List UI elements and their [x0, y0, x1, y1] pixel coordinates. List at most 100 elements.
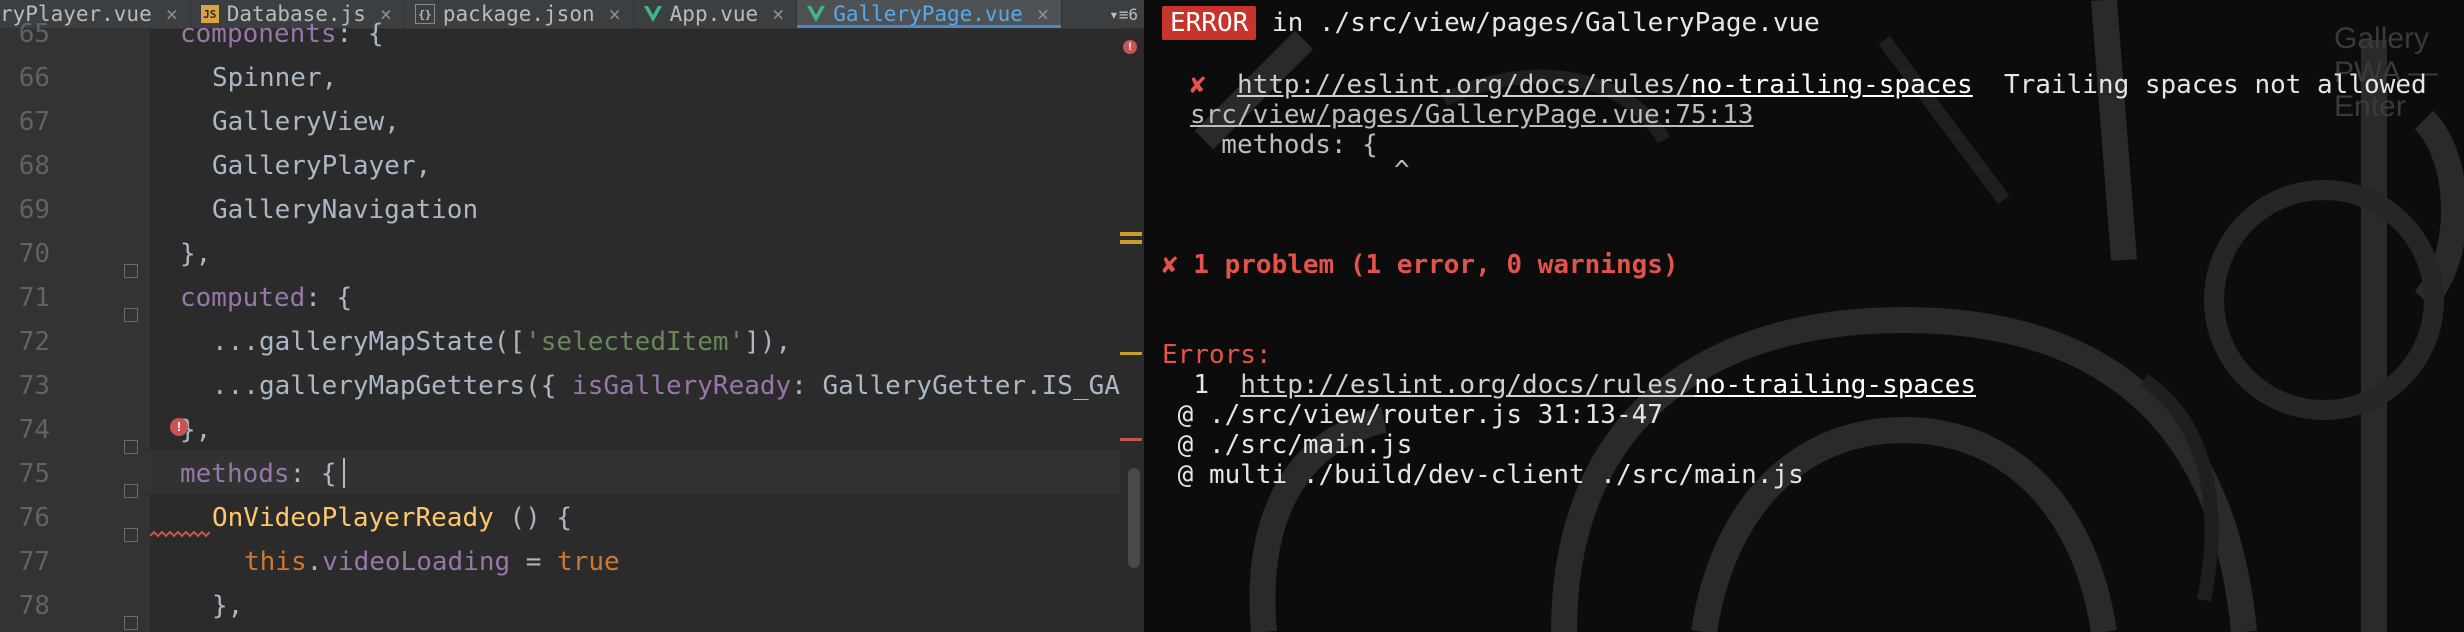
code-line-69[interactable]: GalleryNavigation: [212, 188, 478, 232]
trace-line: @ ./src/view/router.js 31:13-47: [1162, 400, 1663, 430]
line-number: 77: [18, 547, 50, 577]
code-token: galleryMapState: [258, 327, 494, 357]
code-token: GalleryNavigation: [212, 195, 479, 225]
line-number: 70: [18, 239, 50, 269]
line-number-gutter: 65 66 67 68 69 70 71 72 73 74 75 76 77 7…: [0, 19, 150, 632]
close-icon[interactable]: ×: [166, 2, 178, 26]
terminal-pane[interactable]: Gallery PWA — Enter ERROR in ./src/view/…: [1144, 0, 2464, 632]
code-token: components: [180, 19, 337, 49]
rule-link-base: http://eslint.org/docs/rules/: [1240, 370, 1695, 400]
json-file-icon: {}: [414, 4, 435, 24]
code-line-72[interactable]: ...galleryMapState(['selectedItem']),: [212, 320, 791, 364]
fold-marker-icon[interactable]: [124, 308, 138, 322]
code-token: this: [244, 547, 307, 577]
code-token: OnVideoPlayerReady: [212, 503, 494, 533]
code-token: ...: [212, 327, 259, 357]
tab-overflow-button[interactable]: ▾≡ 6: [1103, 0, 1144, 28]
code-line-67[interactable]: GalleryView,: [212, 100, 400, 144]
line-number: 69: [18, 195, 50, 225]
trace-line: @ multi ./build/dev-client ./src/main.js: [1162, 460, 1804, 490]
code-token: },: [180, 239, 212, 269]
error-marker-icon[interactable]: !: [170, 418, 188, 436]
trace-line: @ ./src/main.js: [1162, 430, 1413, 460]
scroll-marker[interactable]: [1120, 240, 1142, 244]
rule-link-base: http://eslint.org/docs/rules/: [1236, 70, 1691, 100]
fold-marker-icon[interactable]: [124, 264, 138, 278]
rule-link[interactable]: http://eslint.org/docs/rules/no-trailing…: [1240, 370, 1976, 400]
tab-label: App.vue: [669, 2, 759, 26]
error-count: 1: [1193, 370, 1209, 400]
tab-gallerypage-vue[interactable]: GalleryPage.vue ×: [797, 0, 1062, 28]
scroll-marker[interactable]: [1120, 352, 1142, 355]
code-token: ]),: [744, 327, 792, 357]
code-token: () {: [493, 503, 573, 533]
error-scroll-marker[interactable]: [1120, 438, 1142, 441]
errors-label: Errors:: [1162, 340, 1272, 370]
fold-marker-icon[interactable]: [124, 484, 138, 498]
line-number: 72: [18, 327, 50, 357]
rule-link[interactable]: http://eslint.org/docs/rules/no-trailing…: [1237, 70, 1973, 100]
code-token: Spinner,: [212, 63, 338, 93]
code-token: ({: [525, 371, 573, 401]
editor-tab-bar: ryPlayer.vue × JS Database.js × {} packa…: [0, 0, 1144, 29]
error-location[interactable]: src/view/pages/GalleryPage.vue:75:13: [1190, 100, 1754, 130]
tab-app-vue[interactable]: App.vue ×: [634, 0, 798, 28]
line-number: 74: [18, 415, 50, 445]
line-number: 75: [18, 459, 50, 489]
code-token: GalleryView,: [212, 107, 400, 137]
error-indicator-icon[interactable]: !: [1123, 40, 1137, 54]
code-line-77[interactable]: this.videoLoading = true: [244, 540, 620, 584]
lint-error-line: ✘ http://eslint.org/docs/rules/no-traili…: [1190, 70, 2427, 100]
lint-message: Trailing spaces not allowed: [1972, 70, 2427, 100]
line-number: 78: [18, 591, 50, 621]
scrollbar-thumb[interactable]: [1128, 468, 1140, 568]
caret-marker: ^: [1394, 156, 1410, 186]
code-snippet: methods: {: [1190, 130, 1378, 160]
code-token: GalleryPlayer,: [212, 151, 432, 181]
code-token: ...: [212, 371, 259, 401]
vue-icon: [643, 5, 662, 23]
code-token: : {: [336, 19, 384, 49]
text-cursor: [342, 458, 345, 488]
line-number: 68: [18, 151, 50, 181]
code-token: : GalleryGetter.IS_GAL: [791, 371, 1136, 401]
code-editor-pane[interactable]: ryPlayer.vue × JS Database.js × {} packa…: [0, 0, 1144, 632]
code-token: galleryMapGetters: [258, 371, 526, 401]
scroll-marker[interactable]: [1120, 232, 1142, 236]
error-file-path: in ./src/view/pages/GalleryPage.vue: [1256, 8, 1820, 38]
code-token: .: [306, 547, 323, 577]
location-link[interactable]: src/view/pages/GalleryPage.vue:75:13: [1190, 100, 1754, 130]
fold-marker-icon[interactable]: [124, 528, 138, 542]
code-line-73[interactable]: ...galleryMapGetters({ isGalleryReady: G…: [212, 364, 1136, 408]
fold-marker-icon[interactable]: [124, 440, 138, 454]
close-icon[interactable]: ×: [1037, 2, 1049, 26]
tab-package-json[interactable]: {} package.json ×: [405, 0, 634, 28]
close-icon[interactable]: ×: [609, 2, 621, 26]
tab-overflow-count: 6: [1128, 4, 1138, 24]
code-token: isGalleryReady: [572, 371, 792, 401]
line-number: 71: [18, 283, 50, 313]
code-line-76[interactable]: OnVideoPlayerReady () {: [212, 496, 572, 540]
line-number: 65: [18, 19, 50, 49]
code-line-65[interactable]: components: {: [180, 12, 384, 56]
code-token: ([: [493, 327, 526, 357]
code-line-70[interactable]: },: [180, 232, 211, 276]
code-line-66[interactable]: Spinner,: [212, 56, 337, 100]
cross-icon: ✘: [1190, 70, 1206, 100]
code-line-78[interactable]: },: [212, 584, 243, 628]
close-icon[interactable]: ×: [772, 2, 784, 26]
error-squiggle: [150, 530, 210, 538]
editor-scrollbar[interactable]: !: [1120, 28, 1144, 632]
code-token: 'selectedItem': [525, 327, 745, 357]
code-line-68[interactable]: GalleryPlayer,: [212, 144, 431, 188]
code-line-75[interactable]: methods: {: [180, 452, 345, 496]
list-icon: ▾≡: [1109, 4, 1129, 24]
fold-marker-icon[interactable]: [124, 616, 138, 630]
error-badge: ERROR: [1162, 6, 1257, 40]
code-line-71[interactable]: computed: {: [180, 276, 352, 320]
code-token: computed: [180, 283, 306, 313]
code-token: methods: [180, 459, 290, 489]
error-header: ERROR in ./src/view/pages/GalleryPage.vu…: [1162, 6, 1820, 40]
code-token: true: [557, 547, 620, 577]
code-token: : {: [289, 459, 337, 489]
